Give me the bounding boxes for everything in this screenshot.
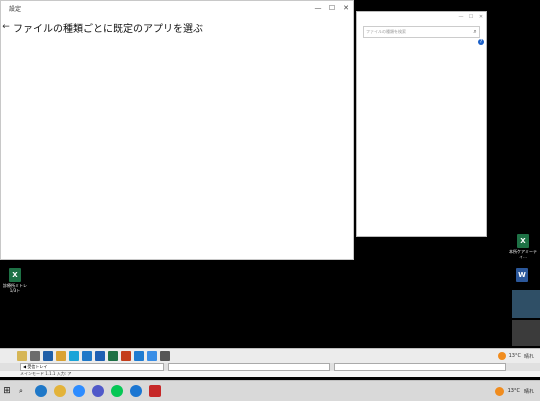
desktop-icon-excel-2[interactable]: X 本所ケアミーティ... [508, 234, 538, 259]
taskbar-apps [28, 385, 161, 397]
back-maximize-button[interactable]: ☐ [466, 12, 476, 22]
app-status-bar: ◀ 受信トレイ [0, 363, 540, 371]
toolbar-app-icon[interactable] [108, 351, 118, 361]
tray-temp: 13°C [507, 388, 520, 394]
weather-icon [497, 352, 506, 360]
status-field-3[interactable] [334, 363, 506, 371]
file-type-search[interactable]: ファイルの種類を検索 ⌕ [363, 26, 480, 38]
chrome-icon[interactable] [54, 385, 66, 397]
close-button[interactable]: ✕ [339, 1, 353, 15]
side-notification-2 [512, 320, 540, 346]
toolbar-app-icon[interactable] [121, 351, 131, 361]
toolbar-app-icon[interactable] [43, 351, 53, 361]
tray-weather: 晴れ [523, 388, 534, 395]
page-header: ← ファイルの種類ごとに既定のアプリを選ぶ [1, 15, 353, 36]
settings-window: 設定 — ☐ ✕ ← ファイルの種類ごとに既定のアプリを選ぶ [0, 0, 354, 260]
line-icon[interactable] [111, 385, 123, 397]
toolbar-icons [14, 351, 170, 361]
desktop-icon-excel[interactable]: X 診療所ミトレ1/3ト [2, 268, 28, 293]
toolbar-app-icon[interactable] [160, 351, 170, 361]
toolbar-app-icon[interactable] [95, 351, 105, 361]
status-line: メインモード 1.1.1 入力: ア [0, 371, 540, 377]
word-icon: W [516, 268, 528, 282]
desktop-icon-label: 本所ケアミーティ... [509, 249, 537, 259]
toolbar-app-icon[interactable] [69, 351, 79, 361]
chat-icon[interactable] [130, 385, 142, 397]
toolbar-app-icon[interactable] [82, 351, 92, 361]
help-icon[interactable]: ? [478, 39, 484, 45]
status-field[interactable]: ◀ 受信トレイ [20, 363, 164, 371]
desktop-icon-label: 診療所ミトレ1/3ト [3, 283, 27, 293]
window-title: 設定 [9, 5, 22, 13]
toolbar-app-icon[interactable] [147, 351, 157, 361]
edge-icon[interactable] [35, 385, 47, 397]
toolbar-app-icon[interactable] [17, 351, 27, 361]
weather-icon [494, 386, 504, 396]
taskbar: ⊞ ⌕ 13°C 晴れ [0, 380, 540, 401]
zoom-icon[interactable] [73, 385, 85, 397]
weather-text: 晴れ [523, 353, 534, 360]
back-close-button[interactable]: ✕ [476, 12, 486, 22]
start-button[interactable]: ⊞ [0, 386, 14, 396]
back-minimize-button[interactable]: — [456, 12, 466, 22]
toolbar-app-icon[interactable] [134, 351, 144, 361]
desktop-icon-word[interactable]: W [512, 268, 532, 283]
minimize-button[interactable]: — [311, 1, 325, 15]
toolbar-app-icon[interactable] [30, 351, 40, 361]
search-input[interactable]: ファイルの種類を検索 [364, 29, 471, 35]
maximize-button[interactable]: ☐ [325, 1, 339, 15]
app-toolbar: 13°C 晴れ [0, 348, 540, 363]
excel-icon: X [9, 268, 21, 282]
settings-titlebar: 設定 — ☐ ✕ [1, 1, 353, 15]
status-field-2[interactable] [168, 363, 330, 371]
back-titlebar: — ☐ ✕ [357, 12, 486, 22]
weather-temp: 13°C [508, 353, 521, 359]
pdf-icon[interactable] [149, 385, 161, 397]
weather-widget[interactable]: 13°C 晴れ [497, 352, 540, 360]
side-notification [512, 290, 540, 318]
back-window: — ☐ ✕ ファイルの種類を検索 ⌕ ? [356, 11, 487, 237]
system-tray[interactable]: 13°C 晴れ [494, 386, 540, 396]
page-title: ファイルの種類ごとに既定のアプリを選ぶ [13, 23, 203, 35]
search-icon: ⌕ [473, 28, 477, 35]
excel-icon: X [517, 234, 529, 248]
toolbar-app-icon[interactable] [56, 351, 66, 361]
teams-icon[interactable] [92, 385, 104, 397]
search-icon[interactable]: ⌕ [14, 387, 28, 396]
back-arrow-icon[interactable]: ← [1, 22, 11, 32]
